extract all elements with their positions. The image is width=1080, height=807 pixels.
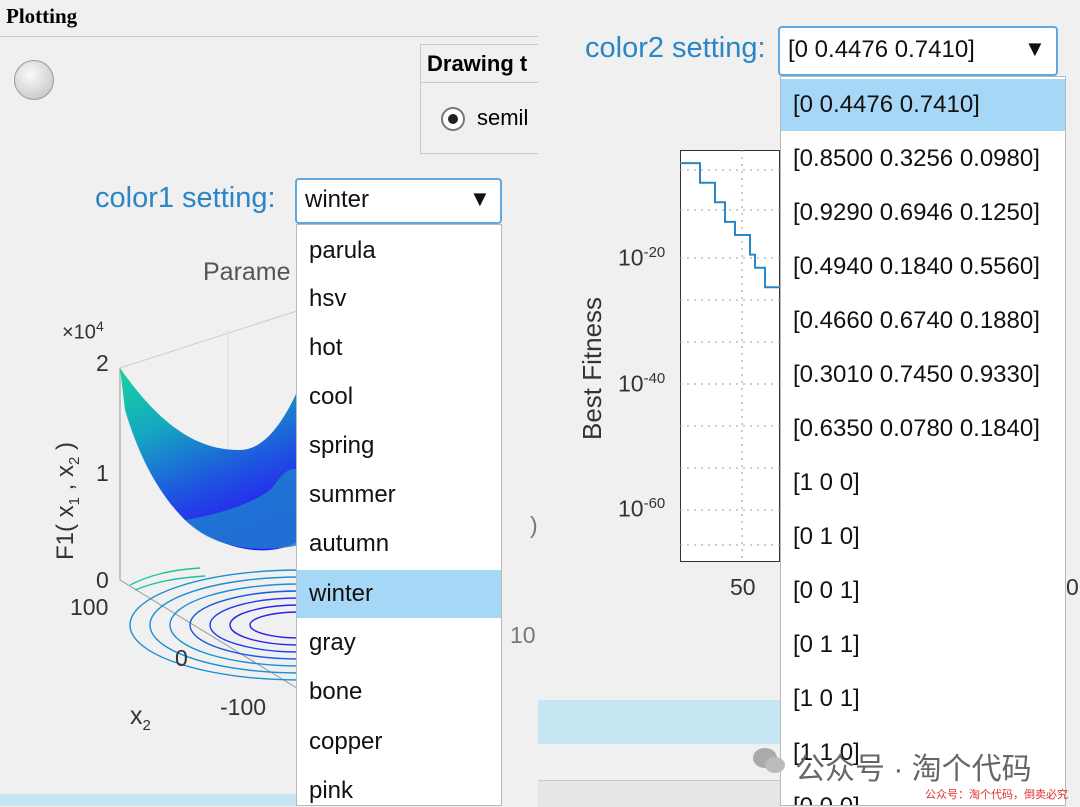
x-tick-partial: 10 — [510, 622, 536, 648]
y-axis-line — [119, 579, 301, 691]
watermark-text: 公众号 · 淘个代码 — [795, 753, 1032, 786]
color2-combobox[interactable]: [0 0.4476 0.7410] ▼ — [778, 26, 1058, 76]
group-title: Drawing t — [421, 45, 538, 83]
color2-option[interactable]: [0.4660 0.6740 0.1880] — [781, 295, 1065, 347]
fitness-x-tick-50: 50 — [730, 574, 756, 600]
color1-option[interactable]: parula — [297, 227, 501, 275]
color2-option[interactable]: [0 1 1] — [781, 619, 1065, 671]
color2-option-selected[interactable]: [0 0.4476 0.7410] — [781, 79, 1065, 131]
fitness-y-tick: 10-60 — [618, 495, 666, 522]
color1-option[interactable]: hot — [297, 324, 501, 372]
color2-dropdown-list: [0 0.4476 0.7410] [0.8500 0.3256 0.0980]… — [780, 76, 1066, 806]
chevron-down-icon[interactable]: ▼ — [1024, 36, 1046, 62]
color1-dropdown-list: parula hsv hot cool spring summer autumn… — [296, 224, 502, 806]
z-axis-label: F1( x1 , x2 ) — [52, 441, 83, 560]
z-tick-1: 1 — [96, 460, 109, 486]
fitness-y-tick: 10-40 — [618, 370, 666, 397]
box-back-edge — [119, 309, 301, 369]
z-scale-label: ×104 — [62, 318, 104, 345]
color2-setting-label: color2 setting: — [585, 32, 766, 64]
x-label-partial: ) — [530, 512, 538, 538]
color1-option[interactable]: summer — [297, 471, 501, 519]
color1-option[interactable]: copper — [297, 718, 501, 766]
y-tick-0: 0 — [175, 645, 188, 671]
color2-option[interactable]: [1 0 1] — [781, 673, 1065, 725]
color1-option[interactable]: autumn — [297, 520, 501, 568]
color2-option[interactable]: [0.8500 0.3256 0.0980] — [781, 133, 1065, 185]
color1-option[interactable]: pink — [297, 767, 501, 805]
color1-option[interactable]: bone — [297, 668, 501, 716]
color2-option[interactable]: [0 1 0] — [781, 511, 1065, 563]
color1-option[interactable]: hsv — [297, 275, 501, 323]
color1-option[interactable]: spring — [297, 422, 501, 470]
semilog-radio-label: semil — [477, 105, 529, 130]
color1-option[interactable]: cool — [297, 373, 501, 421]
color1-option-selected[interactable]: winter — [297, 570, 501, 618]
bottom-panel — [538, 780, 782, 807]
color2-option[interactable]: [0.3010 0.7450 0.9330] — [781, 349, 1065, 401]
fitness-plot — [680, 150, 780, 562]
z-tick-0: 0 — [96, 567, 109, 593]
watermark-small-text: 公众号：淘个代码，倒卖必究 — [925, 789, 1068, 801]
fitness-ylabel: Best Fitness — [577, 296, 607, 440]
left-panel: Plotting Drawing t semil Parame ×104 2 1… — [0, 0, 538, 806]
color1-combobox[interactable]: winter ▼ — [295, 178, 502, 224]
title-divider — [0, 36, 538, 37]
color1-setting-label: color1 setting: — [95, 182, 276, 214]
fitness-x-tick-partial: 0 — [1066, 574, 1079, 600]
color2-option[interactable]: [0.9290 0.6946 0.1250] — [781, 187, 1065, 239]
color2-selected-value: [0 0.4476 0.7410] — [788, 36, 975, 63]
color2-option[interactable]: [0 0 1] — [781, 565, 1065, 617]
bottom-bar — [538, 700, 782, 744]
color2-option[interactable]: [1 0 0] — [781, 457, 1065, 509]
y-tick-100: 100 — [70, 594, 109, 620]
fitness-y-tick: 10-20 — [618, 244, 666, 271]
y-axis-label: x2 — [130, 702, 151, 734]
surface-plot-title: Parame — [203, 258, 291, 286]
color1-selected-value: winter — [305, 186, 370, 213]
round-button[interactable] — [14, 60, 54, 100]
color2-option[interactable]: [0.4940 0.1840 0.5560] — [781, 241, 1065, 293]
y-tick-minus-100: -100 — [220, 694, 267, 720]
z-tick-2: 2 — [96, 350, 109, 376]
drawing-type-group: Drawing t semil — [420, 44, 538, 154]
bottom-strip-left — [0, 794, 296, 806]
color2-option[interactable]: [0.6350 0.0780 0.1840] — [781, 403, 1065, 455]
semilog-radio[interactable] — [441, 107, 465, 131]
panel-title: Plotting — [6, 4, 78, 28]
color1-option[interactable]: gray — [297, 619, 501, 667]
z-scale-text: ×10 — [62, 321, 96, 344]
fitness-plot-frame — [680, 150, 780, 562]
chevron-down-icon[interactable]: ▼ — [469, 186, 491, 212]
wechat-icon — [752, 746, 786, 776]
z-scale-exponent: 4 — [95, 318, 104, 334]
